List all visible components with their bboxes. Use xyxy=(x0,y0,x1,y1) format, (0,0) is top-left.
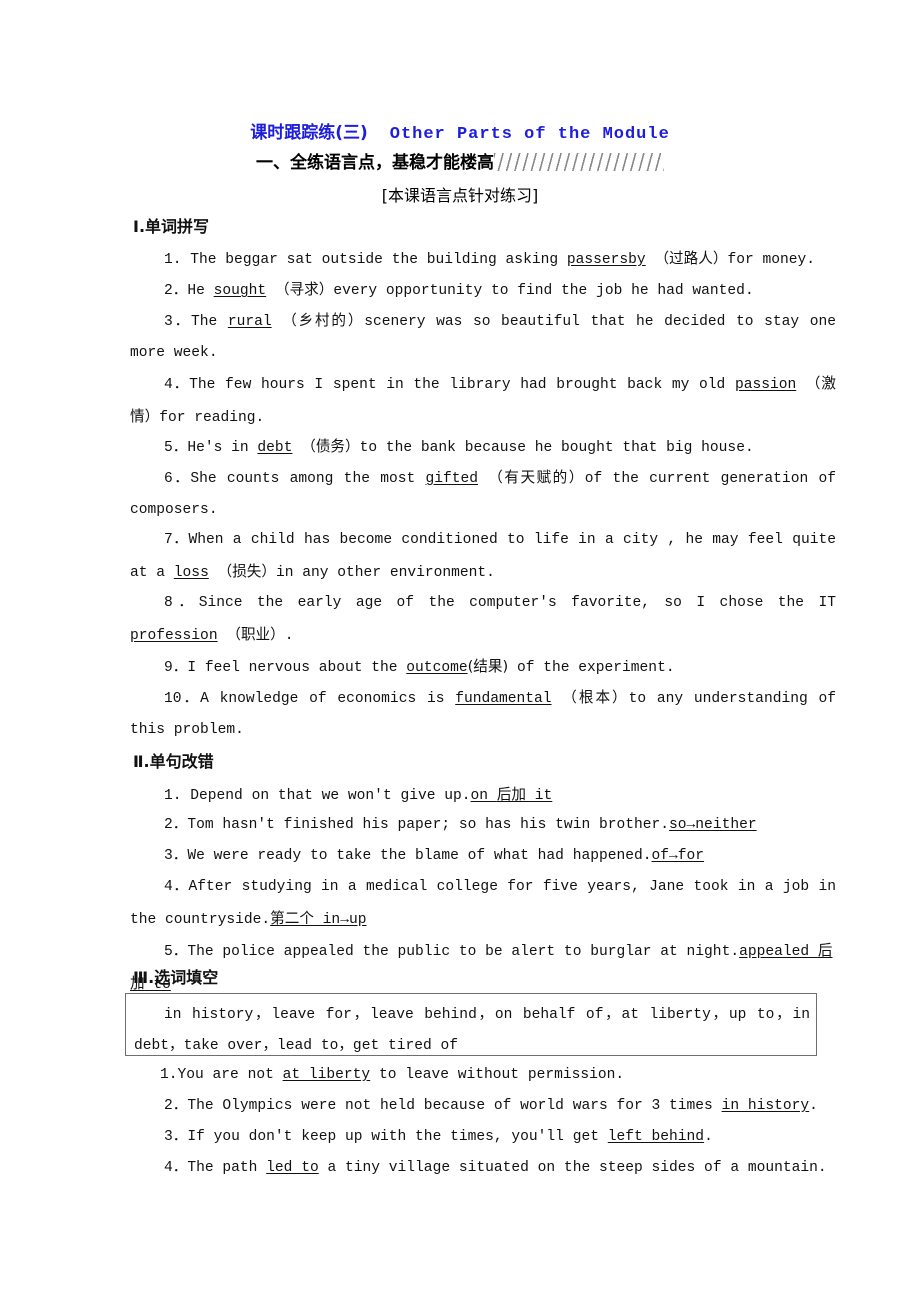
page-title-english: Other Parts of the Module xyxy=(389,125,670,144)
item-3-3: 3．If you don't keep up with the times, y… xyxy=(164,1129,713,1145)
practice-bracket-label: [本课语言点针对练习] xyxy=(381,186,539,205)
item-1-8: 8．Since the early age of the computer's … xyxy=(130,595,836,644)
item-3-2: 2．The Olympics were not held because of … xyxy=(164,1098,818,1114)
item-2-3: 3．We were ready to take the blame of wha… xyxy=(164,848,705,864)
item-3-4: 4．The path led to a tiny village situate… xyxy=(164,1160,827,1176)
item-3-1: 1.You are not at liberty to leave withou… xyxy=(160,1067,625,1083)
item-1-7: 7．When a child has become conditioned to… xyxy=(130,532,836,581)
section-heading-2: Ⅱ.单句改错 xyxy=(133,752,214,771)
worksheet-page: 课时跟踪练(三) Other Parts of the Module 一、全练语言… xyxy=(0,0,920,1302)
item-1-10: 10．A knowledge of economics is fundament… xyxy=(130,689,836,738)
page-title-chinese: 课时跟踪练(三) xyxy=(250,123,368,143)
item-1-9: 9．I feel nervous about the outcome(结果) o… xyxy=(164,658,675,676)
item-1-6: 6．She counts among the most gifted （有天赋的… xyxy=(130,469,836,518)
section-subheading: 一、全练语言点，基稳才能楼高 xyxy=(0,148,920,173)
item-2-4: 4．After studying in a medical college fo… xyxy=(130,879,836,928)
item-2-2: 2．Tom hasn't finished his paper; so has … xyxy=(164,817,757,833)
item-1-2: 2．He sought （寻求）every opportunity to fin… xyxy=(164,281,754,299)
item-1-3: 3．The rural （乡村的）scenery was so beautifu… xyxy=(130,312,836,361)
word-bank-box: in history，leave for，leave behind，on beh… xyxy=(125,993,817,1056)
item-2-1: 1. Depend on that we won't give up.on 后加… xyxy=(164,786,553,804)
section-heading-3: Ⅲ.选词填空 xyxy=(133,968,219,987)
item-1-1: 1. The beggar sat outside the building a… xyxy=(164,250,816,268)
item-1-4: 4．The few hours I spent in the library h… xyxy=(130,375,836,426)
page-title: 课时跟踪练(三) Other Parts of the Module xyxy=(0,118,920,144)
hatch-decoration-icon xyxy=(494,153,664,171)
item-2-5: 5．The police appealed the public to be a… xyxy=(130,942,833,993)
section-heading-1: Ⅰ.单词拼写 xyxy=(133,217,210,236)
item-1-5: 5．He's in debt （债务）to the bank because h… xyxy=(164,438,754,456)
section-subheading-label: 一、全练语言点，基稳才能楼高 xyxy=(256,153,494,173)
word-bank-text: in history，leave for，leave behind，on beh… xyxy=(134,1007,810,1054)
